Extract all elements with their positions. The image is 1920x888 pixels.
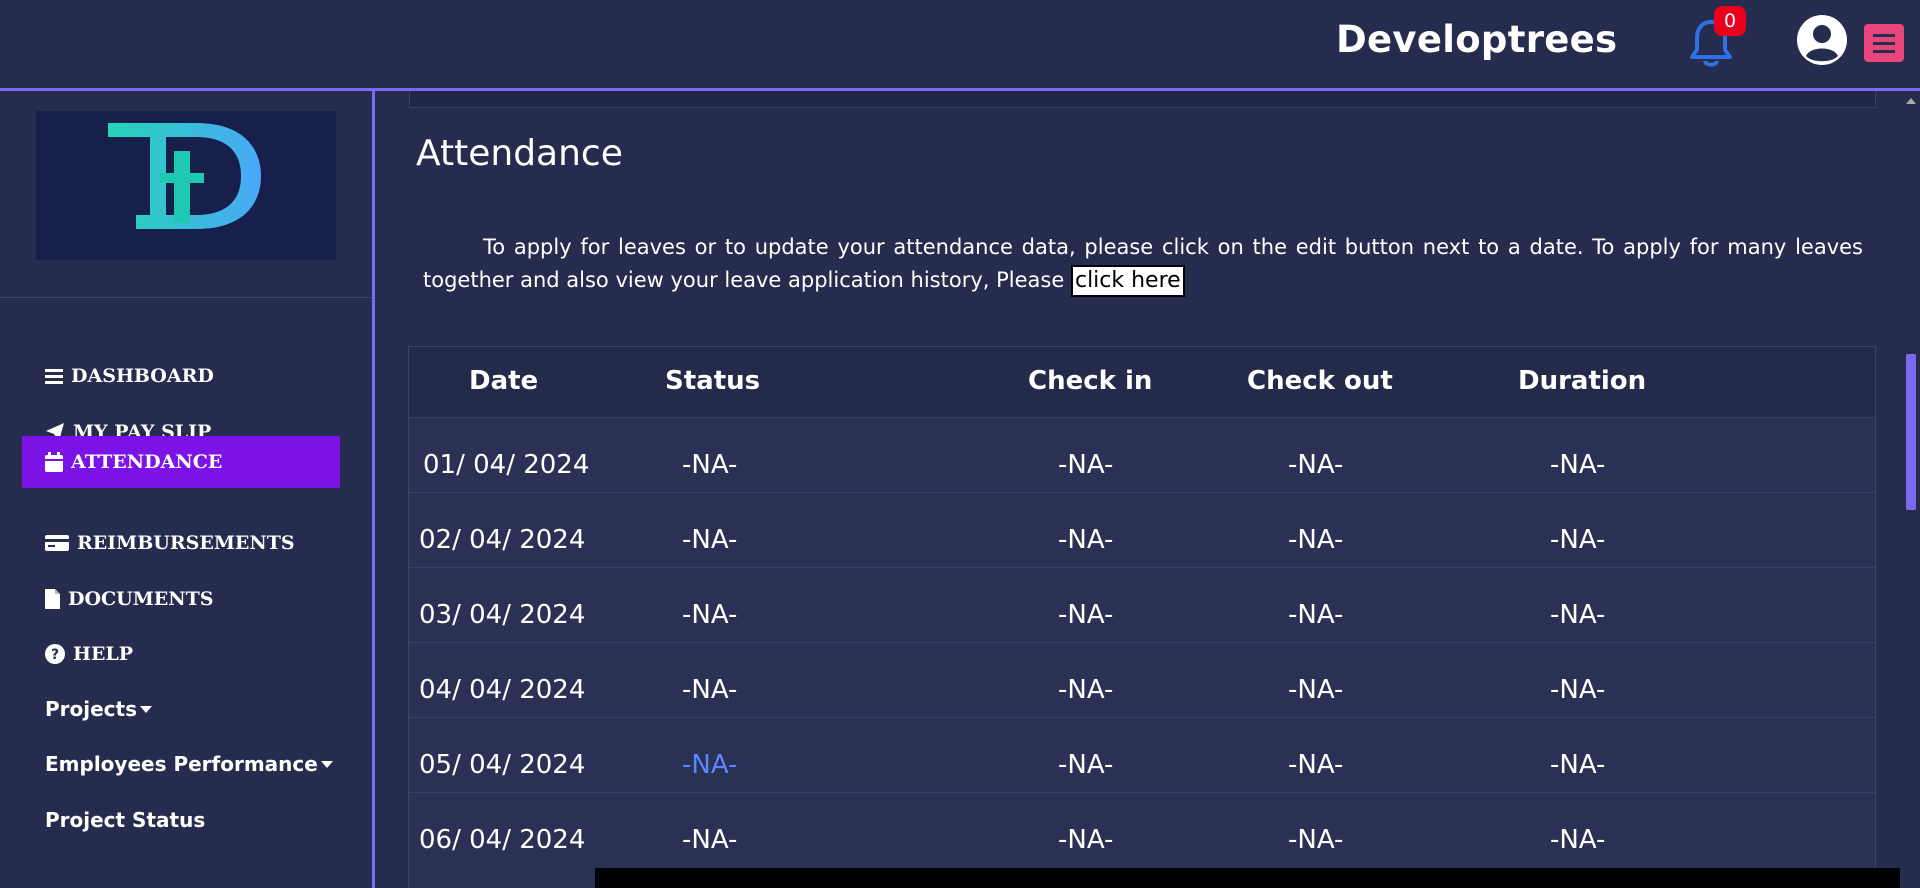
sidebar-item-project-status[interactable]: Project Status — [22, 794, 340, 846]
company-logo — [36, 111, 336, 260]
table-row: 04/ 04/ 2024 -NA- -NA- -NA- -NA- — [409, 643, 1875, 718]
cell-duration: -NA- — [1550, 525, 1606, 555]
click-here-button[interactable]: click here — [1070, 265, 1185, 297]
cell-date: 05/ 04/ 2024 — [419, 750, 586, 780]
cell-date: 04/ 04/ 2024 — [419, 675, 586, 705]
sidebar-item-label: Project Status — [45, 808, 206, 832]
cell-check-out: -NA- — [1288, 525, 1344, 555]
cell-check-in: -NA- — [1058, 750, 1114, 780]
table-row: 02/ 04/ 2024 -NA- -NA- -NA- -NA- — [409, 493, 1875, 568]
cell-status-link[interactable]: -NA- — [682, 750, 737, 780]
cell-date: 01/ 04/ 2024 — [423, 450, 590, 480]
sidebar-item-documents[interactable]: DOCUMENTS — [22, 573, 340, 625]
sidebar-item-label: DASHBOARD — [71, 365, 214, 387]
sidebar: DASHBOARD MY PAY SLIP ATTENDANCE REIMBUR… — [0, 91, 375, 888]
attendance-instructions: To apply for leaves or to update your at… — [423, 231, 1863, 297]
sidebar-item-label: DOCUMENTS — [68, 588, 214, 610]
cell-check-in: -NA- — [1058, 450, 1114, 480]
table-row: 06/ 04/ 2024 -NA- -NA- -NA- -NA- — [409, 793, 1875, 867]
cell-date: 06/ 04/ 2024 — [419, 825, 586, 855]
caret-down-icon — [320, 760, 333, 768]
caret-down-icon — [140, 705, 153, 713]
top-bar: Developtrees 0 — [0, 0, 1920, 91]
sidebar-item-label: ATTENDANCE — [71, 451, 223, 473]
cell-check-out: -NA- — [1288, 825, 1344, 855]
sidebar-item-employees-performance[interactable]: Employees Performance — [22, 738, 340, 790]
column-header-check-out: Check out — [1247, 366, 1393, 396]
page-title: Attendance — [416, 133, 623, 174]
hamburger-menu-button[interactable] — [1864, 24, 1904, 62]
attendance-table: Date Status Check in Check out Duration … — [408, 346, 1876, 888]
cell-check-out: -NA- — [1288, 750, 1344, 780]
credit-card-icon — [45, 535, 69, 551]
cell-check-out: -NA- — [1288, 600, 1344, 630]
cell-status: -NA- — [682, 600, 738, 630]
table-row: 03/ 04/ 2024 -NA- -NA- -NA- -NA- — [409, 568, 1875, 643]
cell-status: -NA- — [682, 450, 738, 480]
column-header-status: Status — [665, 366, 761, 396]
logo-icon — [108, 123, 261, 229]
cell-check-out: -NA- — [1288, 675, 1344, 705]
sidebar-item-label: Employees Performance — [45, 752, 318, 776]
column-header-date: Date — [469, 366, 539, 396]
bottom-overlay-bar — [595, 868, 1900, 888]
svg-text:?: ? — [51, 647, 59, 663]
cell-status: -NA- — [682, 825, 738, 855]
cell-duration: -NA- — [1550, 750, 1606, 780]
cell-check-out: -NA- — [1288, 450, 1344, 480]
sidebar-divider — [0, 297, 372, 298]
main-content: Attendance To apply for leaves or to upd… — [375, 91, 1900, 888]
cell-check-in: -NA- — [1058, 825, 1114, 855]
column-header-check-in: Check in — [1028, 366, 1153, 396]
sidebar-item-projects[interactable]: Projects — [22, 683, 340, 735]
sidebar-item-label: HELP — [73, 643, 134, 665]
sidebar-item-dashboard[interactable]: DASHBOARD — [22, 350, 340, 402]
brand-title: Developtrees — [1336, 18, 1618, 61]
cell-duration: -NA- — [1550, 600, 1606, 630]
previous-section-edge — [409, 91, 1876, 108]
cell-check-in: -NA- — [1058, 600, 1114, 630]
cell-duration: -NA- — [1550, 450, 1606, 480]
user-avatar-icon[interactable] — [1796, 14, 1848, 66]
cell-date: 03/ 04/ 2024 — [419, 600, 586, 630]
calendar-icon — [45, 452, 63, 472]
scrollbar-thumb[interactable] — [1906, 354, 1916, 510]
table-header: Date Status Check in Check out Duration — [409, 347, 1875, 418]
sidebar-item-label: Projects — [45, 697, 138, 721]
sidebar-item-help[interactable]: ? HELP — [22, 628, 340, 680]
column-header-duration: Duration — [1518, 366, 1647, 396]
table-row: 05/ 04/ 2024 -NA- -NA- -NA- -NA- — [409, 718, 1875, 793]
file-icon — [45, 589, 60, 609]
notification-badge: 0 — [1714, 6, 1746, 36]
question-circle-icon: ? — [45, 644, 65, 664]
cell-check-in: -NA- — [1058, 675, 1114, 705]
cell-date: 02/ 04/ 2024 — [419, 525, 586, 555]
bars-icon — [45, 369, 63, 384]
cell-status: -NA- — [682, 675, 738, 705]
cell-duration: -NA- — [1550, 675, 1606, 705]
scroll-up-arrow-icon[interactable] — [1906, 98, 1916, 104]
cell-duration: -NA- — [1550, 825, 1606, 855]
table-row: 01/ 04/ 2024 -NA- -NA- -NA- -NA- — [409, 418, 1875, 493]
cell-status: -NA- — [682, 525, 738, 555]
sidebar-item-reimbursements[interactable]: REIMBURSEMENTS — [22, 517, 340, 569]
sidebar-item-attendance[interactable]: ATTENDANCE — [22, 436, 340, 488]
sidebar-item-label: REIMBURSEMENTS — [77, 532, 295, 554]
cell-check-in: -NA- — [1058, 525, 1114, 555]
